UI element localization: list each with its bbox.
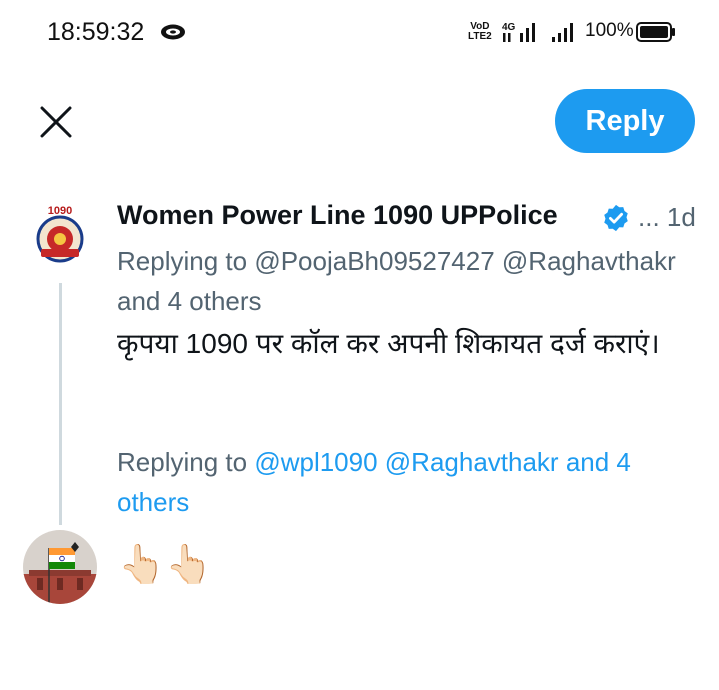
replying-to-original: Replying to @PoojaBh09527427 @Raghavthak… bbox=[117, 241, 697, 321]
tweet-text: कृपया 1090 पर कॉल कर अपनी शिकायत दर्ज कर… bbox=[117, 328, 660, 359]
battery-icon bbox=[636, 22, 675, 42]
verified-badge-icon bbox=[604, 204, 628, 232]
close-icon[interactable] bbox=[36, 102, 76, 142]
battery-percent: 100% bbox=[585, 20, 634, 41]
reply-compose-screen: 18:59:32 VoD LTE2 4G 100% Reply 1090 Wom… bbox=[0, 0, 719, 690]
author-avatar[interactable]: 1090 bbox=[23, 199, 97, 273]
author-name[interactable]: Women Power Line 1090 UPPolice bbox=[117, 200, 558, 231]
signal-type-label: 4G bbox=[502, 22, 516, 33]
replying-prefix: Replying to bbox=[117, 246, 255, 276]
replying-to-compose: Replying to @wpl1090 @Raghavthakr and 4 … bbox=[117, 442, 697, 522]
reply-draft-text[interactable]: 👆🏻👆🏻 bbox=[118, 540, 213, 590]
signal-4g-icon: 4G bbox=[502, 22, 535, 42]
avatar-label: 1090 bbox=[48, 205, 72, 217]
thread-line bbox=[59, 283, 62, 525]
app-notification-icon bbox=[161, 24, 185, 40]
status-bar: 18:59:32 VoD LTE2 4G 100% bbox=[0, 0, 719, 64]
reply-button[interactable]: Reply bbox=[555, 89, 695, 153]
volte-indicator: VoD LTE2 bbox=[468, 22, 492, 42]
tweet-time: ... 1d bbox=[638, 202, 696, 232]
user-avatar[interactable] bbox=[23, 530, 97, 604]
replying-prefix: Replying to bbox=[117, 447, 255, 477]
volte-bottom-label: LTE2 bbox=[468, 31, 492, 42]
status-time: 18:59:32 bbox=[47, 18, 145, 46]
signal-bars-icon bbox=[552, 23, 573, 42]
